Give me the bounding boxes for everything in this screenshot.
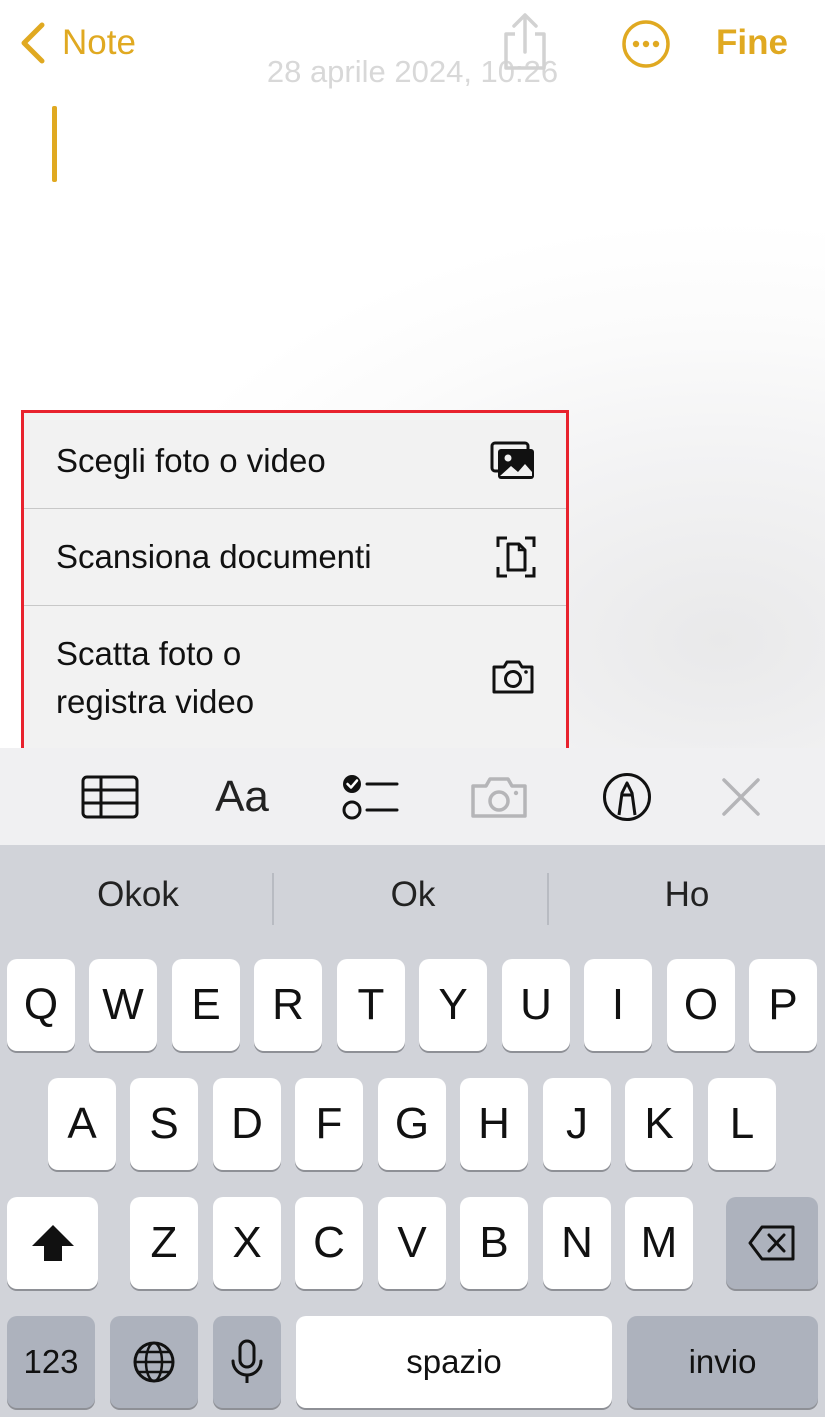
suggestion-1[interactable]: Okok — [8, 875, 268, 915]
key-l[interactable]: L — [708, 1078, 776, 1170]
menu-item-label-line1: Scatta foto o — [56, 635, 242, 672]
key-c[interactable]: C — [295, 1197, 363, 1289]
key-i[interactable]: I — [584, 959, 652, 1051]
key-e[interactable]: E — [172, 959, 240, 1051]
key-s[interactable]: S — [130, 1078, 198, 1170]
key-b[interactable]: B — [460, 1197, 528, 1289]
checklist-button[interactable] — [340, 770, 400, 824]
key-u[interactable]: U — [502, 959, 570, 1051]
table-button[interactable] — [80, 770, 140, 824]
attachment-menu: Scegli foto o video Scansiona documenti … — [21, 410, 569, 751]
camera-icon — [492, 660, 534, 694]
shift-icon — [31, 1225, 74, 1261]
key-d[interactable]: D — [213, 1078, 281, 1170]
table-icon — [81, 775, 139, 819]
close-icon — [722, 778, 760, 816]
photo-library-icon — [490, 441, 534, 479]
camera-icon — [471, 777, 527, 818]
globe-key[interactable] — [110, 1316, 198, 1408]
key-n[interactable]: N — [543, 1197, 611, 1289]
backspace-icon — [748, 1225, 795, 1261]
key-g[interactable]: G — [378, 1078, 446, 1170]
key-t[interactable]: T — [337, 959, 405, 1051]
key-y[interactable]: Y — [419, 959, 487, 1051]
navigation-bar: Note 28 aprile 2024, 10:26 Fine — [0, 0, 825, 90]
numbers-key[interactable]: 123 — [7, 1316, 95, 1408]
format-text-icon: Aa — [215, 772, 269, 821]
more-options-icon[interactable] — [620, 18, 672, 70]
menu-item-take-photo[interactable]: Scatta foto o registra video — [24, 606, 566, 745]
markup-button[interactable] — [600, 770, 654, 824]
dictation-key[interactable] — [213, 1316, 281, 1408]
key-x[interactable]: X — [213, 1197, 281, 1289]
done-button[interactable]: Fine — [716, 18, 788, 68]
key-q[interactable]: Q — [7, 959, 75, 1051]
key-m[interactable]: M — [625, 1197, 693, 1289]
checklist-icon — [342, 775, 399, 820]
text-cursor — [52, 106, 57, 182]
key-j[interactable]: J — [543, 1078, 611, 1170]
key-f[interactable]: F — [295, 1078, 363, 1170]
return-key[interactable]: invio — [627, 1316, 818, 1408]
share-icon[interactable] — [498, 12, 552, 72]
key-k[interactable]: K — [625, 1078, 693, 1170]
suggestion-2[interactable]: Ok — [283, 875, 543, 915]
menu-item-scan-documents[interactable]: Scansiona documenti — [24, 509, 566, 605]
markup-pen-icon — [603, 773, 651, 821]
key-p[interactable]: P — [749, 959, 817, 1051]
key-a[interactable]: A — [48, 1078, 116, 1170]
note-toolbar: Aa — [0, 748, 825, 845]
format-text-button[interactable]: Aa — [210, 770, 274, 824]
menu-item-label: Scansiona documenti — [56, 538, 372, 575]
key-z[interactable]: Z — [130, 1197, 198, 1289]
key-w[interactable]: W — [89, 959, 157, 1051]
suggestion-3[interactable]: Ho — [557, 875, 817, 915]
key-r[interactable]: R — [254, 959, 322, 1051]
menu-item-label-line2: registra video — [56, 683, 255, 720]
delete-key[interactable] — [726, 1197, 818, 1289]
camera-toolbar-button[interactable] — [468, 770, 530, 824]
note-date: 28 aprile 2024, 10:26 — [266, 54, 559, 89]
key-v[interactable]: V — [378, 1197, 446, 1289]
space-key[interactable]: spazio — [296, 1316, 612, 1408]
key-o[interactable]: O — [667, 959, 735, 1051]
document-scan-icon — [496, 536, 536, 578]
close-toolbar-button[interactable] — [718, 770, 764, 824]
menu-item-label: Scegli foto o video — [56, 442, 326, 479]
globe-icon — [133, 1341, 175, 1383]
shift-key[interactable] — [7, 1197, 98, 1289]
menu-item-choose-photo[interactable]: Scegli foto o video — [24, 413, 566, 509]
microphone-icon — [231, 1339, 263, 1383]
keyboard: Okok Ok Ho Q W E R T Y U I O P A S D F G… — [0, 845, 825, 1417]
key-h[interactable]: H — [460, 1078, 528, 1170]
